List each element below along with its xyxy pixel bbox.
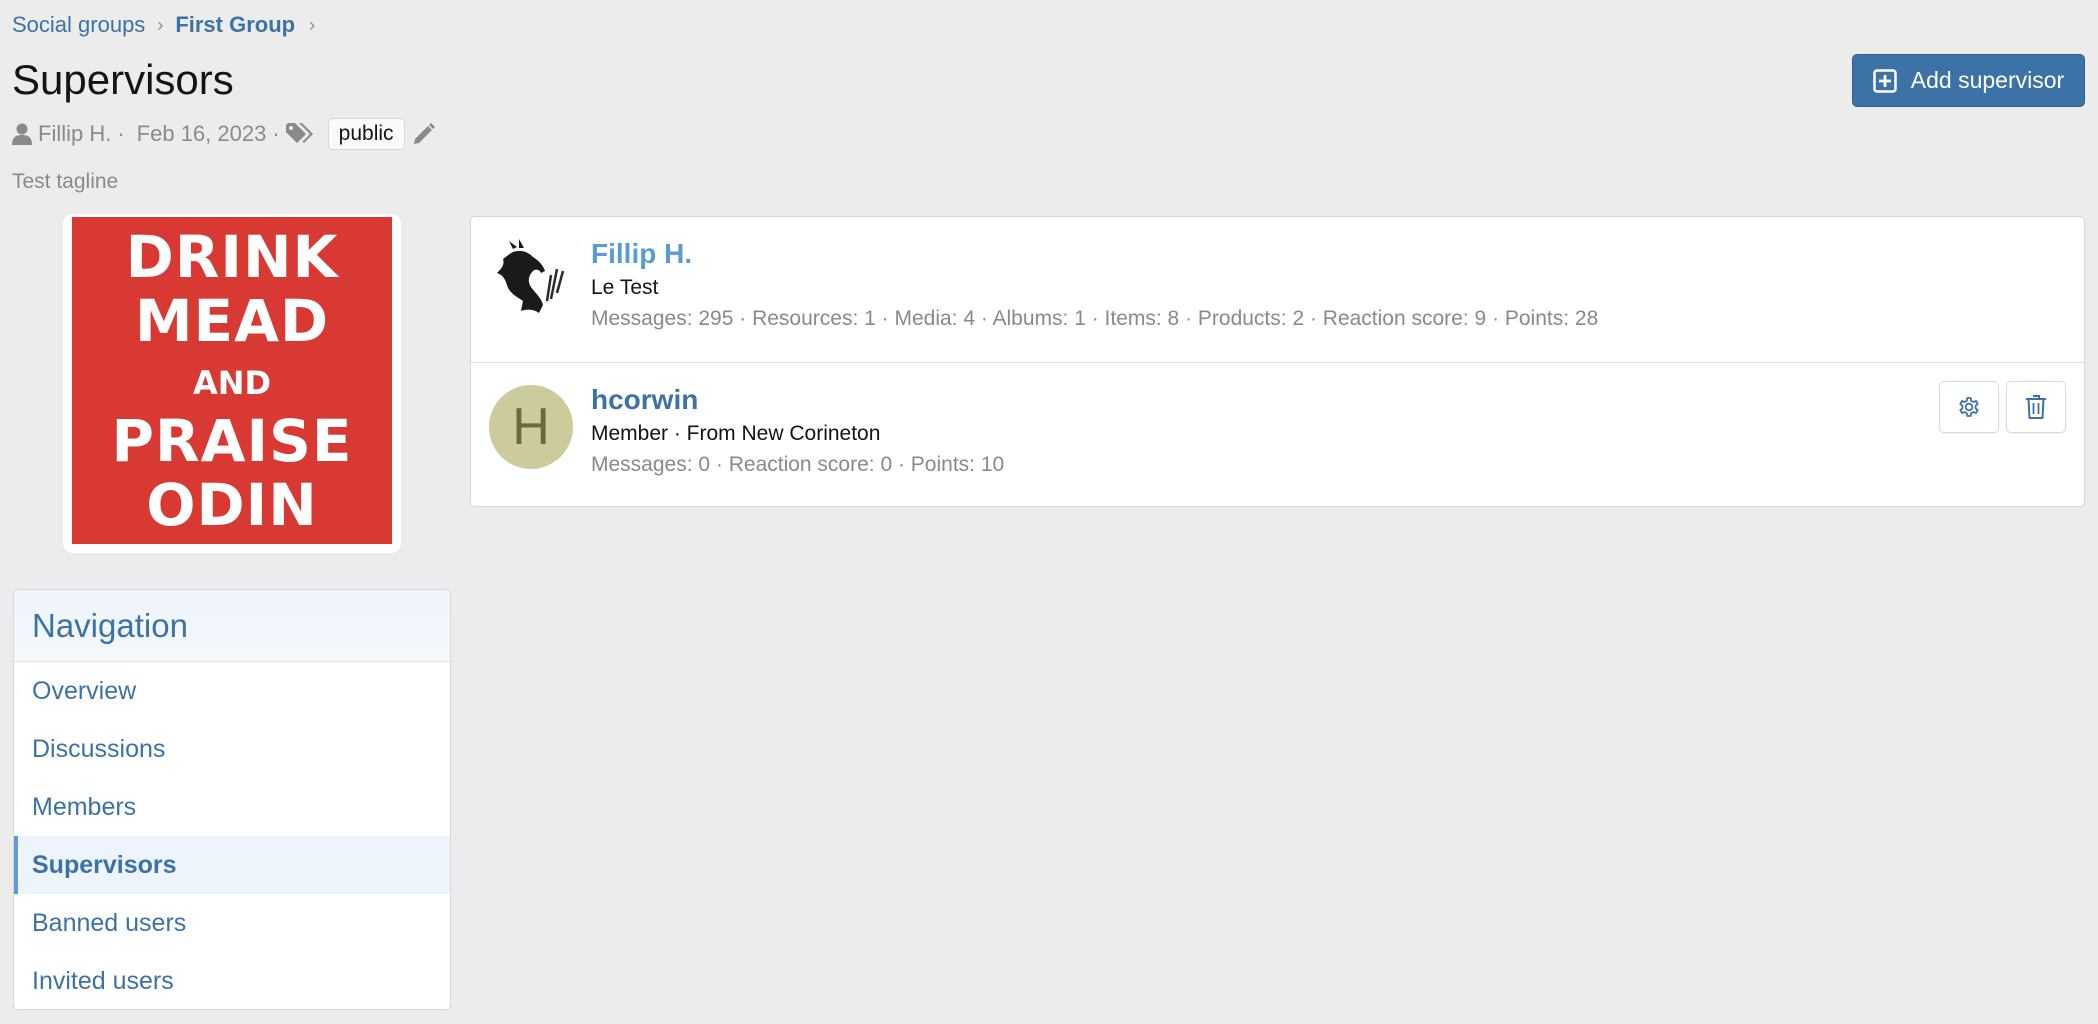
- poster-line: ODIN: [146, 470, 318, 539]
- add-supervisor-button[interactable]: Add supervisor: [1852, 54, 2085, 107]
- user-title: Le Test: [591, 276, 659, 299]
- user-stats: Messages: 0 · Reaction score: 0 · Points…: [591, 453, 1005, 476]
- supervisor-name-link[interactable]: Fillip H.: [591, 237, 1598, 271]
- plus-square-icon: [1873, 68, 1897, 93]
- page-title: Supervisors: [12, 56, 234, 103]
- avatar-letter[interactable]: H: [489, 385, 573, 469]
- poster-line: PRAISE: [111, 406, 353, 475]
- breadcrumb-social-groups[interactable]: Social groups: [12, 12, 145, 38]
- group-poster: DRINK MEAD AND PRAISE ODIN: [72, 217, 392, 544]
- supervisors-list: Fillip H. Le Test Messages: 295 · Resour…: [470, 216, 2085, 507]
- supervisor-actions: [1939, 381, 2066, 433]
- add-supervisor-label: Add supervisor: [1910, 67, 2065, 93]
- trash-icon: [2025, 394, 2047, 420]
- navigation-title: Navigation: [14, 590, 450, 662]
- nav-item-invited-users[interactable]: Invited users: [14, 952, 450, 1009]
- meta-separator: ·: [272, 121, 280, 146]
- poster-line: DRINK: [125, 222, 339, 291]
- chevron-right-icon: ›: [309, 14, 316, 35]
- supervisor-settings-button[interactable]: [1939, 381, 1999, 433]
- nav-item-members[interactable]: Members: [14, 778, 450, 836]
- navigation-panel: Navigation Overview Discussions Members …: [13, 589, 451, 1010]
- author-link[interactable]: Fillip H.: [38, 121, 111, 147]
- poster-line: MEAD: [134, 286, 330, 355]
- supervisor-row: H hcorwin Member · From New Corineton Me…: [471, 362, 2084, 507]
- supervisor-info: hcorwin Member · From New Corineton Mess…: [591, 383, 1004, 479]
- supervisor-name-link[interactable]: hcorwin: [591, 383, 1004, 417]
- nav-item-overview[interactable]: Overview: [14, 662, 450, 720]
- nav-item-supervisors[interactable]: Supervisors: [14, 836, 450, 894]
- tags-icon: [285, 123, 314, 145]
- created-date: Feb 16, 2023: [136, 121, 267, 146]
- nav-item-banned-users[interactable]: Banned users: [14, 894, 450, 952]
- avatar-dragon-image[interactable]: [489, 239, 573, 323]
- user-icon: [12, 123, 32, 145]
- meta-separator: ·: [117, 121, 125, 146]
- supervisor-row: Fillip H. Le Test Messages: 295 · Resour…: [471, 217, 2084, 362]
- user-title: Member · From New Corineton: [591, 422, 881, 445]
- group-avatar-image: DRINK MEAD AND PRAISE ODIN: [63, 214, 401, 553]
- group-tagline: Test tagline: [12, 170, 119, 193]
- remove-supervisor-button[interactable]: [2006, 381, 2066, 433]
- tag-public[interactable]: public: [327, 118, 405, 150]
- poster-line: AND: [192, 363, 272, 402]
- page-meta: Fillip H. · Feb 16, 2023 · public: [12, 118, 435, 150]
- gear-icon: [1957, 395, 1981, 419]
- supervisor-info: Fillip H. Le Test Messages: 295 · Resour…: [591, 237, 1598, 333]
- nav-item-discussions[interactable]: Discussions: [14, 720, 450, 778]
- user-stats: Messages: 295 · Resources: 1 · Media: 4 …: [591, 307, 1599, 330]
- breadcrumb-first-group[interactable]: First Group: [175, 12, 295, 38]
- breadcrumb: Social groups › First Group ›: [12, 12, 327, 38]
- edit-tags-pencil-icon[interactable]: [413, 123, 435, 145]
- chevron-right-icon: ›: [157, 14, 164, 35]
